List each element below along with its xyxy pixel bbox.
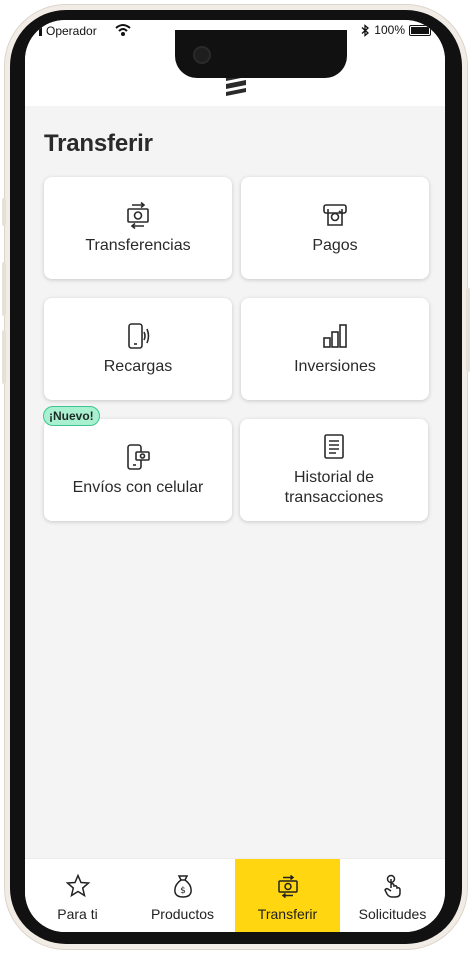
nav-item-para-ti[interactable]: Para ti xyxy=(25,859,130,932)
signal-icon xyxy=(39,26,42,36)
phone-topup-icon xyxy=(128,323,150,349)
tile-label: Pagos xyxy=(312,237,358,254)
phone-side-button xyxy=(466,288,470,372)
nav-label: Para ti xyxy=(57,906,98,922)
bottom-nav: Para ti $ Productos Transferir Solicitud… xyxy=(25,858,445,932)
tile-label: Inversiones xyxy=(294,358,376,375)
tile-label: Historial de transacciones xyxy=(284,469,384,506)
star-icon xyxy=(65,873,90,898)
camera-icon xyxy=(193,46,211,64)
tile-historial[interactable]: Historial de transacciones xyxy=(240,419,428,521)
document-history-icon xyxy=(324,434,344,459)
money-transfer-icon xyxy=(127,201,149,230)
phone-side-button xyxy=(2,198,6,226)
nav-item-transferir[interactable]: Transferir xyxy=(235,859,340,932)
tile-transferencias[interactable]: Transferencias xyxy=(44,177,232,279)
nav-item-solicitudes[interactable]: Solicitudes xyxy=(340,859,445,932)
money-transfer-icon xyxy=(277,874,298,899)
new-badge: ¡Nuevo! xyxy=(43,406,100,426)
app-screen: Operador 100% Transferir Transferencias xyxy=(25,20,445,932)
tile-label: Recargas xyxy=(103,358,173,375)
touch-hand-icon xyxy=(383,874,401,898)
tile-label: Envíos con celular xyxy=(72,479,204,496)
tile-inversiones[interactable]: Inversiones xyxy=(241,298,429,400)
battery-percent: 100% xyxy=(374,23,405,37)
tile-pagos[interactable]: Pagos xyxy=(241,177,429,279)
phone-notch xyxy=(175,30,347,78)
money-bag-icon: $ xyxy=(173,875,192,898)
phone-side-button xyxy=(2,262,6,316)
phone-side-button xyxy=(2,330,6,384)
tile-label: Transferencias xyxy=(85,237,191,254)
status-right: 100% xyxy=(361,23,431,37)
bluetooth-icon xyxy=(361,23,370,37)
tile-recargas[interactable]: Recargas xyxy=(44,298,232,400)
wifi-icon xyxy=(115,24,131,36)
svg-text:$: $ xyxy=(180,886,186,896)
nav-label: Transferir xyxy=(257,906,318,922)
nav-item-productos[interactable]: $ Productos xyxy=(130,859,235,932)
page-title: Transferir xyxy=(44,130,153,157)
carrier-name: Operador xyxy=(46,24,97,38)
tile-envios-celular[interactable]: Envíos con celular xyxy=(44,419,232,521)
carrier-info: Operador xyxy=(39,24,97,38)
bill-payment-icon xyxy=(323,204,347,226)
nav-label: Solicitudes xyxy=(358,906,427,922)
investment-chart-icon xyxy=(323,324,347,348)
battery-icon xyxy=(409,24,431,36)
nav-label: Productos xyxy=(150,906,215,922)
phone-money-icon xyxy=(127,444,150,470)
